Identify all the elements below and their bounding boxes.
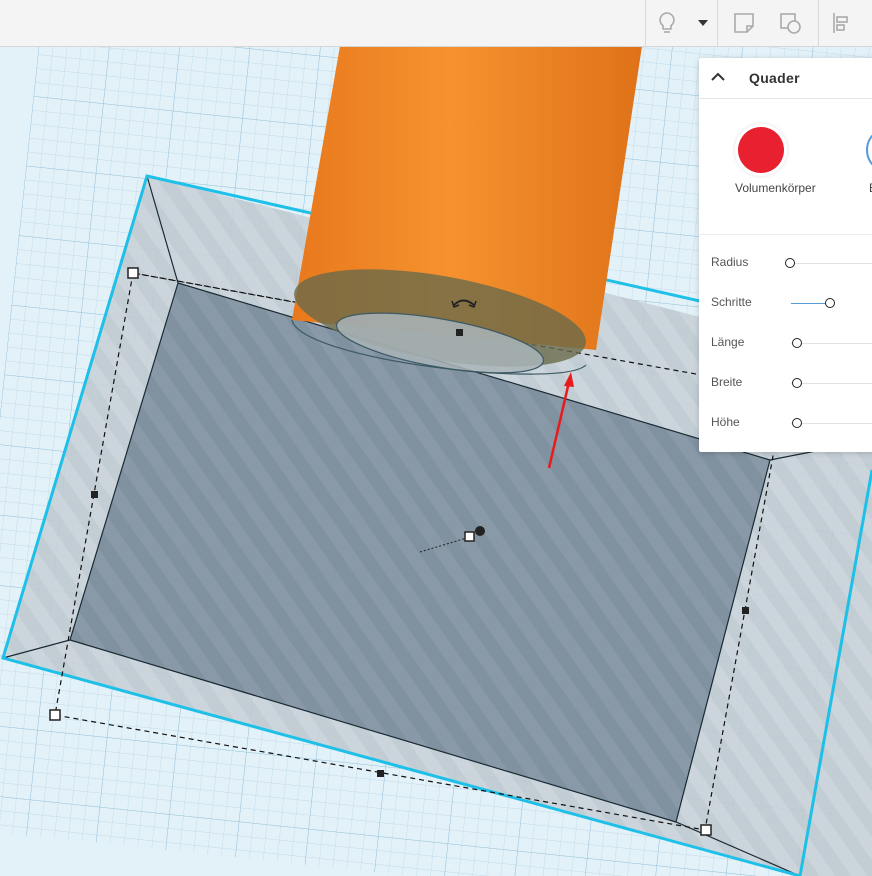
slider-knob-radius[interactable] xyxy=(785,258,795,268)
hole-button[interactable] xyxy=(866,127,872,173)
resize-handle-edge[interactable] xyxy=(377,770,384,777)
slider-knob-width[interactable] xyxy=(792,378,802,388)
slider-track-radius[interactable] xyxy=(791,263,872,264)
slider-track-width[interactable] xyxy=(791,383,872,384)
divider xyxy=(699,234,872,235)
resize-handle-corner[interactable] xyxy=(700,824,712,836)
lightbulb-icon[interactable] xyxy=(652,0,682,46)
panel-title: Quader xyxy=(749,70,800,86)
slider-knob-length[interactable] xyxy=(792,338,802,348)
toolbar-separator xyxy=(645,0,646,46)
slider-track-length[interactable] xyxy=(791,343,872,344)
toolbar-separator xyxy=(717,0,718,46)
prop-label-width: Breite xyxy=(711,375,743,389)
solid-color-button[interactable] xyxy=(738,127,784,173)
slider-knob-steps[interactable] xyxy=(825,298,835,308)
resize-handle-edge[interactable] xyxy=(742,607,749,614)
ruler-icon[interactable] xyxy=(772,0,808,46)
resize-handle-edge[interactable] xyxy=(456,329,463,336)
shape-inspector-panel: Quader Volumenkörper B Radius Schritte L… xyxy=(699,58,872,452)
resize-handle-corner[interactable] xyxy=(127,267,139,279)
note-icon[interactable] xyxy=(726,0,762,46)
dropdown-arrow-icon[interactable] xyxy=(692,0,714,46)
panel-header[interactable]: Quader xyxy=(699,58,872,99)
slider-track-steps[interactable] xyxy=(791,303,829,304)
prop-label-length: Länge xyxy=(711,335,745,349)
align-icon[interactable] xyxy=(826,0,856,46)
prop-label-height: Höhe xyxy=(711,415,740,429)
resize-handle-edge[interactable] xyxy=(91,491,98,498)
chevron-up-icon[interactable] xyxy=(709,68,727,86)
slider-knob-height[interactable] xyxy=(792,418,802,428)
prop-label-radius: Radius xyxy=(711,255,749,269)
toolbar-separator xyxy=(818,0,819,46)
top-toolbar xyxy=(0,0,872,47)
solid-label: Volumenkörper xyxy=(735,181,816,195)
slider-track-height[interactable] xyxy=(791,423,872,424)
resize-handle-corner[interactable] xyxy=(49,709,61,721)
prop-label-steps: Schritte xyxy=(711,295,752,309)
